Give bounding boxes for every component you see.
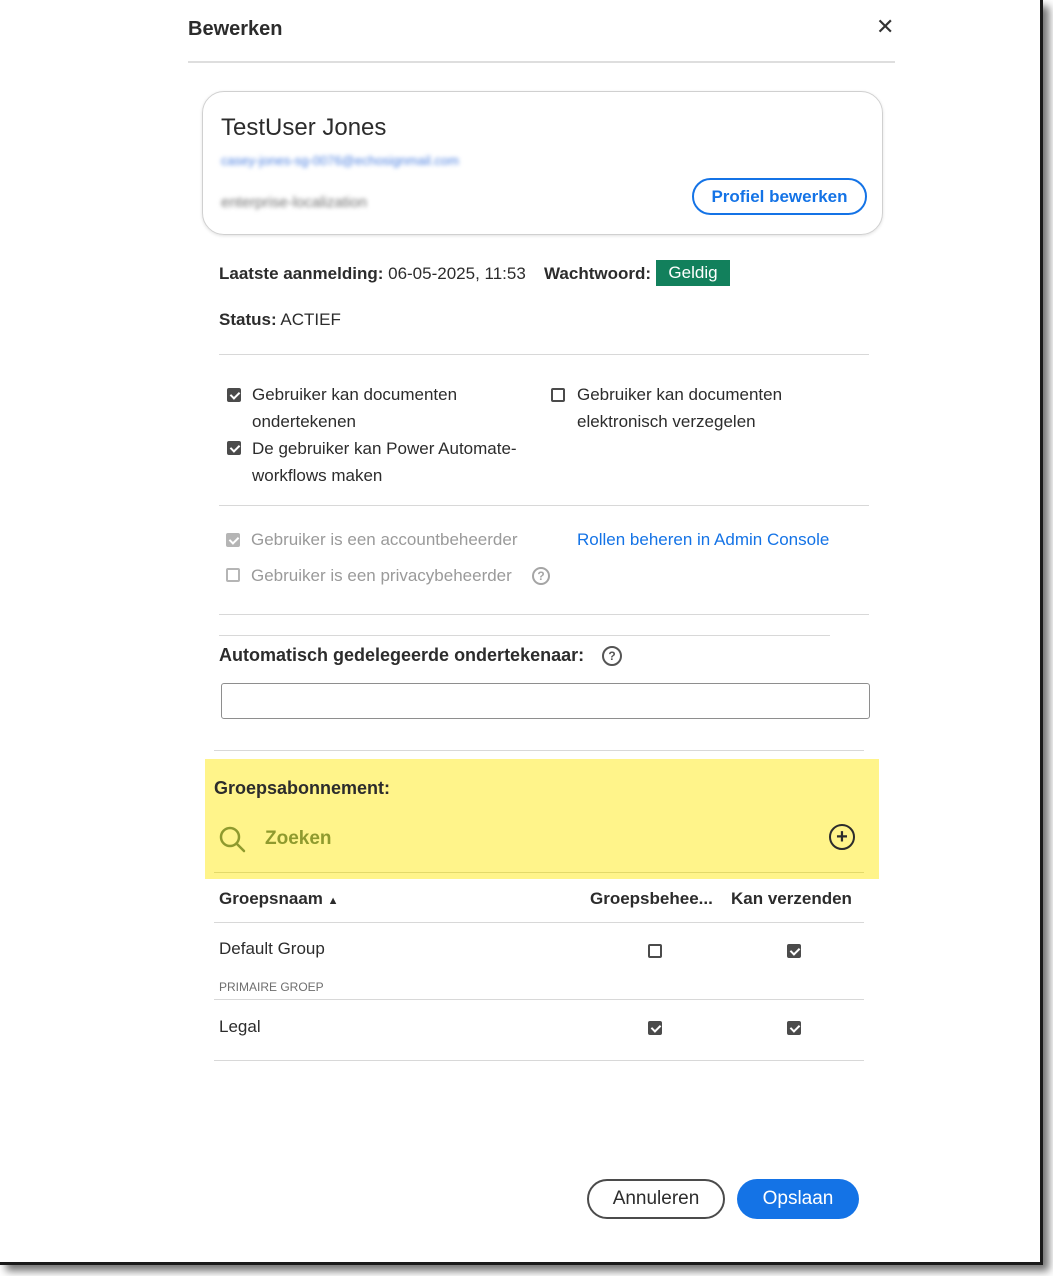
table-header-divider: [214, 922, 864, 923]
user-organization: enterprise-localization: [221, 194, 367, 211]
profile-card: TestUser Jones casey-jones-sg-0076@echos…: [202, 91, 883, 235]
can-send-checkbox[interactable]: [787, 1021, 801, 1035]
question-circle-icon[interactable]: ?: [602, 646, 622, 666]
group-search-input[interactable]: Zoeken: [265, 828, 332, 850]
e-seal-label: Gebruiker kan documenten elektronisch ve…: [577, 385, 783, 431]
account-admin-label: Gebruiker is een accountbeheerder: [251, 530, 518, 549]
user-email: casey-jones-sg-0076@echosignmail.com: [221, 153, 459, 168]
power-automate-checkbox[interactable]: [227, 441, 241, 455]
e-seal-checkbox[interactable]: [551, 388, 565, 402]
question-circle-icon[interactable]: ?: [532, 567, 550, 585]
password-status-badge: Geldig: [656, 260, 730, 286]
group-subscription-label: Groepsabonnement:: [214, 778, 391, 798]
close-icon[interactable]: ✕: [876, 14, 894, 40]
last-login: Laatste aanmelding: 06-05-2025, 11:53: [219, 264, 526, 284]
power-automate-label: De gebruiker kan Power Automate- workflo…: [252, 439, 517, 485]
divider: [219, 505, 869, 506]
edit-profile-button[interactable]: Profiel bewerken: [692, 178, 867, 215]
status: Status: ACTIEF: [219, 310, 341, 330]
delegate-signer-input[interactable]: [221, 683, 870, 719]
status-value: ACTIEF: [280, 310, 341, 329]
plus-circle-icon[interactable]: +: [829, 824, 855, 850]
save-button[interactable]: Opslaan: [737, 1179, 859, 1219]
can-send-checkbox[interactable]: [787, 944, 801, 958]
group-name-cell: Default Group: [219, 939, 325, 958]
edit-user-dialog: Bewerken ✕ TestUser Jones casey-jones-sg…: [0, 0, 1043, 1265]
table-row-divider: [214, 1060, 864, 1061]
column-header-can-send[interactable]: Kan verzenden: [731, 889, 852, 909]
sort-ascending-icon: ▲: [327, 895, 339, 907]
column-header-group-name[interactable]: Groepsnaam ▲: [219, 889, 339, 909]
divider: [219, 614, 869, 615]
divider: [214, 750, 864, 751]
sign-documents-checkbox[interactable]: [227, 388, 241, 402]
primary-group-label: PRIMAIRE GROEP: [219, 980, 324, 994]
divider: [219, 354, 869, 355]
divider: [214, 872, 864, 873]
header-divider: [188, 61, 895, 63]
search-icon: [219, 826, 247, 859]
privacy-admin-checkbox: [226, 568, 240, 582]
account-admin-checkbox: [226, 533, 240, 547]
divider: [219, 635, 830, 636]
group-name-cell: Legal: [219, 1017, 261, 1036]
delegate-label: Automatisch gedelegeerde ondertekenaar:: [219, 645, 585, 665]
group-admin-checkbox[interactable]: [648, 944, 662, 958]
last-login-value: 06-05-2025, 11:53: [388, 264, 526, 283]
group-admin-checkbox[interactable]: [648, 1021, 662, 1035]
dialog-title: Bewerken: [188, 18, 283, 40]
column-header-group-admin[interactable]: Groepsbehee...: [590, 889, 713, 909]
sign-documents-label: Gebruiker kan documenten ondertekenen: [252, 385, 458, 431]
user-name: TestUser Jones: [221, 114, 387, 141]
last-login-label: Laatste aanmelding:: [219, 264, 384, 283]
manage-roles-link[interactable]: Rollen beheren in Admin Console: [577, 530, 829, 550]
password-label: Wachtwoord:: [544, 264, 652, 283]
privacy-admin-label: Gebruiker is een privacybeheerder: [251, 566, 512, 585]
status-label: Status:: [219, 310, 277, 329]
table-row-divider: [214, 999, 864, 1000]
group-subscription-highlight: [205, 759, 879, 879]
cancel-button[interactable]: Annuleren: [587, 1179, 725, 1219]
